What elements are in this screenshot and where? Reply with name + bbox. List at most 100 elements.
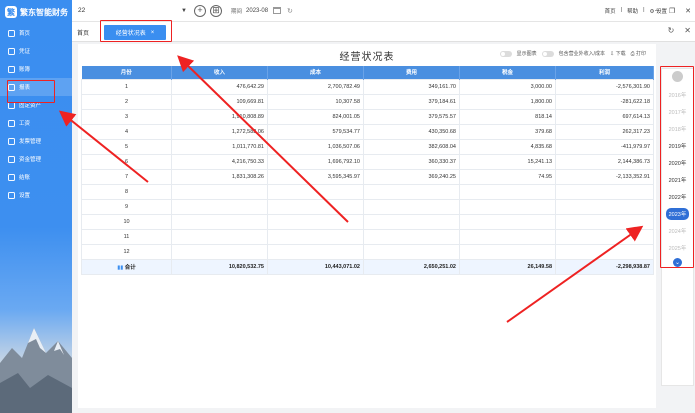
table-row[interactable]: 9 [81,198,654,215]
sidebar-item-label: 工资 [19,121,31,127]
sidebar: 繁 繁东智能财务 首页 凭证 账簿 报表 固定资产 工资 发票管理 资金管理 结账 设置 [0,0,72,413]
table-cell [171,198,268,215]
table-cell: 15,241.13 [459,153,556,170]
table-row[interactable]: 4 1,272,583.06 579,534.77 430,350.68 379.68 2… [81,123,654,140]
table-row[interactable]: 10 [81,213,654,230]
menu-item-icon [8,29,15,37]
table-cell: 382,608.04 [363,138,460,155]
close-tabs-icon[interactable]: ✕ [684,26,691,35]
table-row[interactable]: 2 109,669.81 10,307.58 379,184.61 1,800.00 -2… [81,93,654,110]
refresh-icon[interactable]: ↻ [287,7,293,15]
table-cell [555,243,654,260]
print-button[interactable]: ⎙ 打印 [631,50,646,57]
table-row[interactable]: 7 1,831,308.26 3,595,345.97 369,240.25 74.95… [81,168,654,185]
sidebar-item-7[interactable]: 资金管理 [0,150,72,168]
table-cell [555,228,654,245]
calendar-icon[interactable] [273,7,282,14]
home-link[interactable]: 首页 [605,7,616,15]
table-cell: 1,800.00 [459,93,556,110]
account-dropdown-icon[interactable]: ▼ [178,8,190,14]
table-cell: 2,144,386.73 [555,153,654,170]
highlight-box-tab [100,20,172,42]
total-cell: -2,298,938.87 [555,258,654,275]
report-panel: 经营状况表 显示图表 包含营业外收入/成本 ⇩ 下载 ⎙ 打印 月份 收入 成本 费用… [78,44,656,408]
sidebar-item-2[interactable]: 账簿 [0,60,72,78]
table-cell: 3,595,345.97 [267,168,364,185]
total-label: 合计 [124,264,136,271]
reload-icon[interactable]: ↻ [668,26,675,35]
sidebar-item-label: 设置 [19,193,31,199]
table-cell [363,198,460,215]
table-cell [267,183,364,200]
highlight-box-years [660,66,694,268]
sidebar-item-0[interactable]: 首页 [0,24,72,42]
sum-icon: ▮▮ [117,264,125,271]
sidebar-item-8[interactable]: 结账 [0,168,72,186]
period-value[interactable]: 2023-08 [246,8,268,14]
total-label-cell: ▮▮ 合计 [81,258,172,275]
add-icon[interactable]: + [194,4,206,17]
top-bar: 22 ▼ + ⊞ 期间 2023-08 ↻ 首页 | 帮助 | ⚙ 设置 – ❐… [72,0,695,22]
grid-icon[interactable]: ⊞ [210,4,222,17]
table-row[interactable]: 1 476,642.29 2,700,782.49 349,161.70 3,000.0… [81,78,654,95]
total-cell: 2,650,251.02 [363,258,460,275]
table-cell [267,213,364,230]
table-cell: 262,317.23 [555,123,654,140]
total-cell: 10,443,071.02 [267,258,364,275]
include-nonoperating-toggle[interactable] [541,50,554,57]
table-cell [267,198,364,215]
column-header[interactable]: 费用 [363,66,460,79]
table-cell [459,183,556,200]
account-name[interactable]: 22 [72,7,178,14]
table-row[interactable]: 8 [81,183,654,200]
tab-home[interactable]: 首页 [77,28,89,37]
table-cell [459,243,556,260]
table-cell [363,243,460,260]
table-cell: 1,696,792.10 [267,153,364,170]
table-cell: 818.14 [459,108,556,125]
column-header[interactable]: 月份 [81,66,172,79]
download-button[interactable]: ⇩ 下载 [610,50,626,57]
show-chart-label: 显示图表 [516,51,537,57]
table-cell [459,213,556,230]
table-cell: 579,534.77 [267,123,364,140]
table-cell: 360,330.37 [363,153,460,170]
sidebar-item-9[interactable]: 设置 [0,186,72,204]
minimize-icon[interactable]: – [655,7,659,15]
sidebar-item-1[interactable]: 凭证 [0,42,72,60]
sidebar-item-6[interactable]: 发票管理 [0,132,72,150]
table-cell: 1,011,770.81 [171,138,268,155]
show-chart-toggle[interactable] [499,50,512,57]
print-label: 打印 [635,51,646,57]
restore-icon[interactable]: ❐ [669,7,675,15]
table-row[interactable]: 11 [81,228,654,245]
period-label: 期间 [231,8,243,15]
table-row[interactable]: 3 1,910,808.89 824,001.05 379,575.57 818.14 6… [81,108,654,125]
table-cell: 12 [81,243,172,260]
table-row[interactable]: 5 1,011,770.81 1,036,507.06 382,608.04 4,835… [81,138,654,155]
help-link[interactable]: 帮助 [627,7,638,15]
table-cell: 2 [81,93,172,110]
table-cell: -411,979.97 [555,138,654,155]
table-cell: 4 [81,123,172,140]
table-cell: 109,669.81 [171,93,268,110]
table-cell [363,228,460,245]
column-header[interactable]: 收入 [171,66,268,79]
table-cell [171,213,268,230]
table-cell: 1,910,808.89 [171,108,268,125]
column-header[interactable]: 税金 [459,66,556,79]
table-cell: 1,036,507.06 [267,138,364,155]
sidebar-item-5[interactable]: 工资 [0,114,72,132]
table-cell: 824,001.05 [267,108,364,125]
table-row[interactable]: 12 [81,243,654,260]
highlight-box-reports [7,80,55,103]
menu-item-icon [8,119,15,127]
column-header[interactable]: 成本 [267,66,364,79]
table-row[interactable]: 6 4,216,750.33 1,696,792.10 360,330.37 15,24… [81,153,654,170]
close-window-icon[interactable]: ✕ [685,7,691,15]
table-cell: 9 [81,198,172,215]
sidebar-item-label: 结账 [19,175,31,181]
column-header[interactable]: 利润 [555,66,654,79]
logo-mark-icon: 繁 [5,6,17,18]
table-cell [555,213,654,230]
